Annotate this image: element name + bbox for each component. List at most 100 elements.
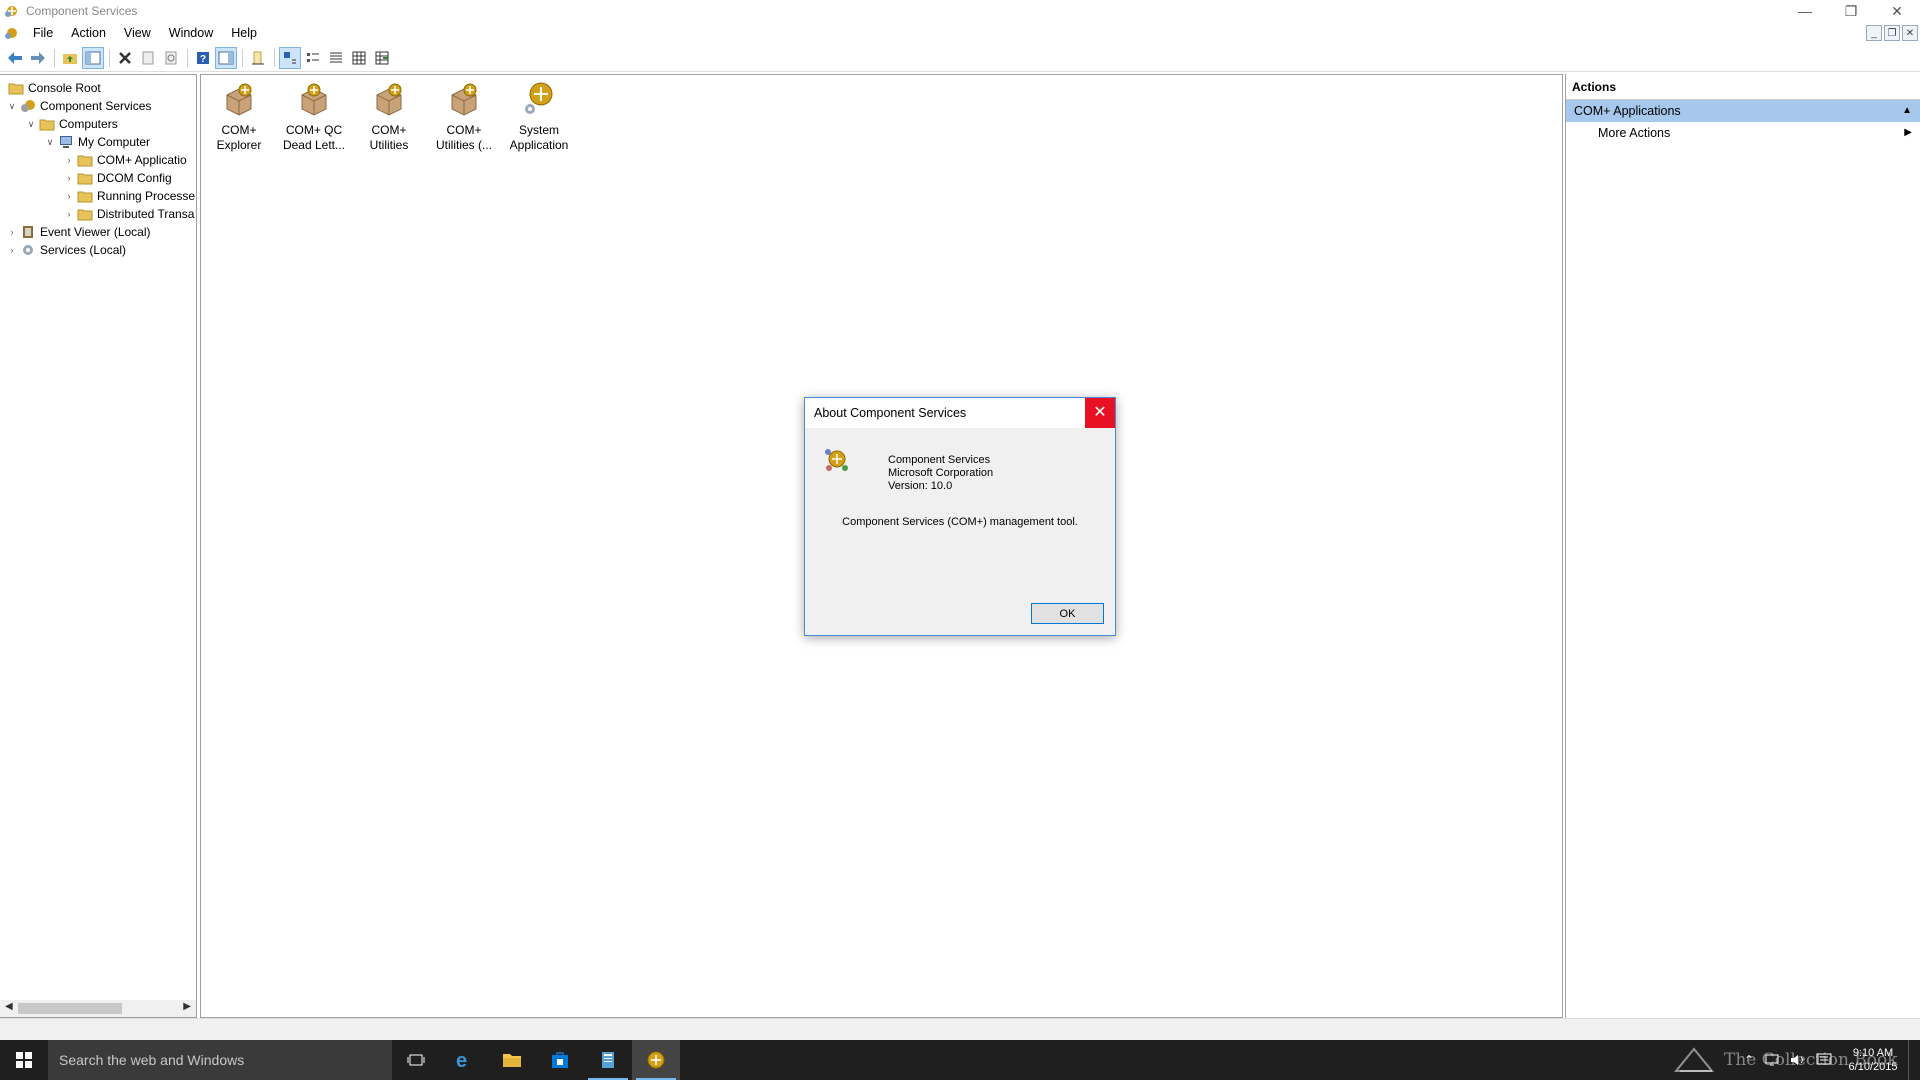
tree-item-label: Services (Local)	[40, 243, 127, 257]
component-services-icon	[5, 6, 17, 17]
item-label-line1: COM+	[371, 123, 407, 137]
menu-file[interactable]: File	[24, 22, 62, 44]
expand-chevron-icon[interactable]: ›	[63, 172, 75, 184]
folder-icon	[77, 209, 93, 221]
action-more-actions[interactable]: More Actions ▶	[1566, 122, 1920, 144]
delete-button[interactable]	[114, 47, 136, 69]
item-com-utilities-32bit[interactable]: COM+ Utilities (...	[428, 77, 500, 153]
toolbar-separator	[242, 48, 243, 67]
refresh-icon	[165, 51, 177, 64]
help-button[interactable]: ?	[192, 47, 214, 69]
tree-horizontal-scrollbar[interactable]: ◀ ▶	[0, 1000, 196, 1017]
mmc-system-menu-icon[interactable]	[4, 26, 18, 40]
tree-item-computers[interactable]: ∨ Computers	[25, 115, 118, 133]
start-button[interactable]	[0, 1040, 48, 1080]
folder-icon	[77, 155, 93, 167]
up-one-level-button[interactable]	[59, 47, 81, 69]
toolbar-separator	[54, 48, 55, 67]
collapse-chevron-icon[interactable]: ∨	[25, 118, 37, 130]
small-icons-view-button[interactable]	[302, 47, 324, 69]
back-button[interactable]	[4, 47, 26, 69]
watermark: The Collection Book	[1672, 1040, 1898, 1080]
mdi-restore-button[interactable]: ❐	[1884, 25, 1900, 41]
task-view-button[interactable]	[392, 1040, 440, 1080]
mdi-close-button[interactable]: ✕	[1902, 25, 1918, 41]
show-action-pane-button[interactable]	[215, 46, 237, 69]
about-dialog: About Component Services ✕ Component Ser…	[804, 397, 1116, 636]
actions-section-com-applications[interactable]: COM+ Applications ▲	[1566, 100, 1920, 122]
large-icons-icon	[284, 51, 296, 63]
taskbar-store[interactable]	[536, 1040, 584, 1080]
scrollbar-thumb[interactable]	[18, 1003, 122, 1014]
expand-chevron-icon[interactable]: ›	[63, 154, 75, 166]
menu-window[interactable]: Window	[160, 22, 222, 44]
mdi-minimize-button[interactable]: _	[1866, 25, 1882, 41]
computer-icon	[60, 136, 72, 148]
svg-text:?: ?	[200, 54, 206, 65]
taskbar-file-explorer[interactable]	[488, 1040, 536, 1080]
large-icons-view-button[interactable]	[279, 46, 301, 69]
tree-item-dcom-config[interactable]: › DCOM Config	[63, 169, 172, 187]
list-view-button[interactable]	[325, 47, 347, 69]
tree-item-console-root[interactable]: Console Root	[6, 79, 101, 97]
detail-view-button[interactable]	[348, 47, 370, 69]
export-list-button[interactable]	[371, 47, 393, 69]
menu-view[interactable]: View	[115, 22, 160, 44]
tree-item-running-processes[interactable]: › Running Processe	[63, 187, 196, 205]
item-label-line1: COM+	[221, 123, 257, 137]
refresh-button[interactable]	[160, 47, 182, 69]
item-label-line2: Explorer	[216, 138, 262, 152]
scroll-right-arrow-icon[interactable]: ▶	[183, 1001, 191, 1012]
dialog-close-button[interactable]: ✕	[1085, 398, 1115, 428]
menu-action[interactable]: Action	[62, 22, 115, 44]
bookmark-icon	[252, 51, 264, 64]
item-com-explorer[interactable]: COM+ Explorer	[203, 77, 275, 153]
small-icons-icon	[307, 52, 319, 62]
expand-chevron-icon[interactable]: ›	[6, 244, 18, 256]
actions-header: Actions	[1566, 74, 1920, 100]
collapse-chevron-icon[interactable]: ∨	[6, 100, 18, 112]
toolbar-separator	[274, 48, 275, 67]
item-com-qc-dead-letter[interactable]: COM+ QC Dead Lett...	[278, 77, 350, 153]
dialog-product-name: Component Services	[888, 454, 991, 466]
properties-button[interactable]	[137, 47, 159, 69]
item-label-line2: Application	[509, 138, 569, 152]
tree-item-label: COM+ Applicatio	[97, 153, 187, 167]
show-hide-console-tree-button[interactable]	[82, 46, 104, 69]
menu-help[interactable]: Help	[222, 22, 266, 44]
scroll-left-arrow-icon[interactable]: ◀	[5, 1001, 13, 1012]
close-window-button[interactable]: ✕	[1874, 0, 1920, 22]
tree-item-com-applications[interactable]: › COM+ Applicatio	[63, 151, 187, 169]
tree-item-services[interactable]: › Services (Local)	[6, 241, 127, 259]
minimize-button[interactable]: —	[1782, 0, 1828, 22]
document-app-icon	[602, 1052, 614, 1068]
actions-pane: Actions COM+ Applications ▲ More Actions…	[1565, 74, 1920, 1018]
new-button[interactable]	[247, 47, 269, 69]
item-label-line1: System	[518, 123, 559, 137]
actions-section-label: COM+ Applications	[1574, 104, 1681, 118]
taskbar-document-app[interactable]	[584, 1040, 632, 1080]
show-desktop-button[interactable]	[1908, 1040, 1920, 1080]
taskbar-component-services[interactable]	[632, 1040, 680, 1080]
tree-item-component-services[interactable]: ∨ Component Services	[6, 97, 152, 115]
folder-up-icon	[63, 53, 77, 64]
item-com-utilities[interactable]: COM+ Utilities	[353, 77, 425, 153]
expand-chevron-icon[interactable]: ›	[6, 226, 18, 238]
tree-item-event-viewer[interactable]: › Event Viewer (Local)	[6, 223, 151, 241]
restore-button[interactable]: ❐	[1828, 0, 1874, 22]
tree-item-distributed-transaction[interactable]: › Distributed Transa	[63, 205, 195, 223]
component-services-icon	[647, 1051, 665, 1069]
forward-button[interactable]	[27, 47, 49, 69]
details-icon	[352, 51, 366, 64]
item-system-application[interactable]: System Application	[503, 77, 575, 153]
event-viewer-icon	[23, 226, 33, 238]
collapse-up-icon[interactable]: ▲	[1902, 100, 1912, 122]
collapse-chevron-icon[interactable]: ∨	[44, 136, 56, 148]
tree-item-my-computer[interactable]: ∨ My Computer	[44, 133, 150, 151]
expand-chevron-icon[interactable]: ›	[63, 208, 75, 220]
taskbar-edge[interactable]: e	[440, 1040, 488, 1080]
dialog-company: Microsoft Corporation	[888, 467, 994, 479]
taskbar-search-box[interactable]: Search the web and Windows	[48, 1040, 392, 1080]
ok-button[interactable]: OK	[1031, 603, 1104, 624]
expand-chevron-icon[interactable]: ›	[63, 190, 75, 202]
